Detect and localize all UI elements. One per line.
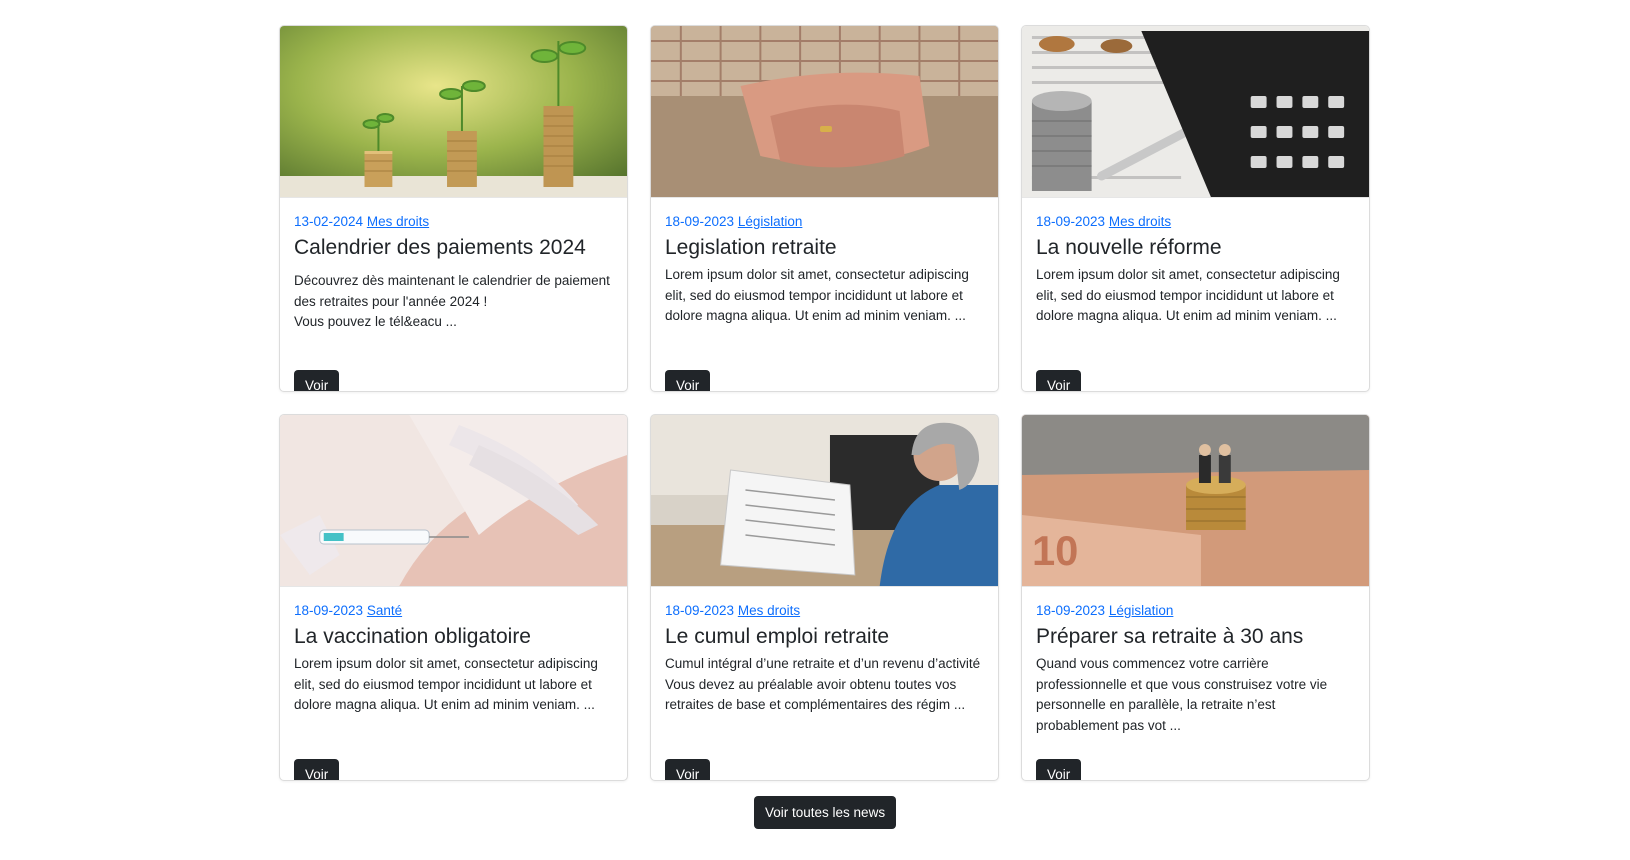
news-image-figurines-coins[interactable]: 10	[1022, 415, 1369, 587]
news-title: La nouvelle réforme	[1036, 236, 1222, 259]
news-card: 18-09-2023 Mes droits La nouvelle réform…	[1021, 25, 1370, 392]
news-image-elderly-hands[interactable]	[651, 26, 998, 198]
news-image-coins-calculator[interactable]	[1022, 26, 1369, 198]
news-category-link[interactable]: Mes droits	[367, 214, 429, 229]
view-news-button[interactable]: Voir	[1036, 759, 1082, 780]
news-category-link[interactable]: Législation	[738, 214, 803, 229]
news-title: La vaccination obligatoire	[294, 625, 531, 648]
news-card-body: 18-09-2023 Législation Legislation retra…	[665, 213, 986, 391]
news-category-link[interactable]: Mes droits	[738, 603, 800, 618]
view-all-news-button[interactable]: Voir toutes les news	[754, 796, 897, 829]
news-excerpt: Lorem ipsum dolor sit amet, consectetur …	[665, 267, 969, 323]
news-card-body: 18-09-2023 Législation Préparer sa retra…	[1036, 602, 1357, 780]
news-date: 18-09-2023	[665, 603, 735, 618]
news-meta: 18-09-2023 Santé	[294, 602, 615, 620]
news-excerpt: Cumul intégral d’une retraite et d’un re…	[665, 656, 981, 712]
news-card: 18-09-2023 Santé La vaccination obligato…	[279, 414, 628, 781]
news-card: 13-02-2024 Mes droits Calendrier des pai…	[279, 25, 628, 392]
view-news-button[interactable]: Voir	[665, 759, 711, 780]
news-date: 18-09-2023	[294, 603, 364, 618]
news-card-body: 18-09-2023 Mes droits La nouvelle réform…	[1036, 213, 1357, 391]
svg-text:10: 10	[1032, 527, 1078, 574]
view-news-button[interactable]: Voir	[294, 759, 340, 780]
news-title: Le cumul emploi retraite	[665, 625, 890, 648]
view-news-button[interactable]: Voir	[665, 370, 711, 391]
news-image-plants-coins[interactable]	[280, 26, 627, 198]
news-category-link[interactable]: Mes droits	[1109, 214, 1171, 229]
news-date: 18-09-2023	[1036, 603, 1106, 618]
news-card: 10 18-09-2023 Législation Préparer sa re…	[1021, 414, 1370, 781]
news-card: 18-09-2023 Législation Legislation retra…	[650, 25, 999, 392]
news-excerpt: Découvrez dès maintenant le calendrier d…	[294, 273, 610, 329]
news-card-body: 18-09-2023 Mes droits Le cumul emploi re…	[665, 602, 986, 780]
news-image-vaccination[interactable]	[280, 415, 627, 587]
news-title: Préparer sa retraite à 30 ans	[1036, 625, 1304, 648]
news-excerpt: Quand vous commencez votre carrière prof…	[1036, 656, 1328, 733]
news-grid: 13-02-2024 Mes droits Calendrier des pai…	[279, 25, 1371, 781]
news-title: Legislation retraite	[665, 236, 837, 259]
news-date: 18-09-2023	[665, 214, 735, 229]
news-meta: 18-09-2023 Mes droits	[665, 602, 986, 620]
news-category-link[interactable]: Santé	[367, 603, 402, 618]
news-excerpt: Lorem ipsum dolor sit amet, consectetur …	[1036, 267, 1340, 323]
news-card: 18-09-2023 Mes droits Le cumul emploi re…	[650, 414, 999, 781]
news-date: 18-09-2023	[1036, 214, 1106, 229]
news-meta: 18-09-2023 Mes droits	[1036, 213, 1357, 231]
news-category-link[interactable]: Législation	[1109, 603, 1174, 618]
news-meta: 18-09-2023 Législation	[665, 213, 986, 231]
news-date: 13-02-2024	[294, 214, 364, 229]
news-title: Calendrier des paiements 2024	[294, 236, 586, 259]
news-card-body: 13-02-2024 Mes droits Calendrier des pai…	[294, 213, 615, 391]
view-news-button[interactable]: Voir	[1036, 370, 1082, 391]
news-card-body: 18-09-2023 Santé La vaccination obligato…	[294, 602, 615, 780]
news-meta: 13-02-2024 Mes droits	[294, 213, 615, 231]
view-news-button[interactable]: Voir	[294, 370, 340, 391]
news-excerpt: Lorem ipsum dolor sit amet, consectetur …	[294, 656, 598, 712]
news-meta: 18-09-2023 Législation	[1036, 602, 1357, 620]
news-image-woman-document[interactable]	[651, 415, 998, 587]
